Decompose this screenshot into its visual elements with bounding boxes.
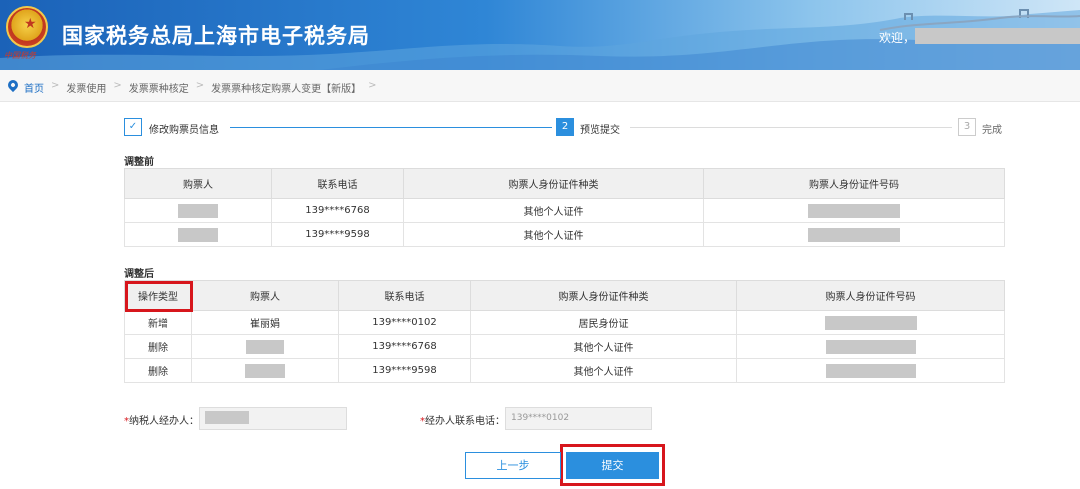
agent-phone-label-text: 经办人联系电话： — [425, 416, 505, 427]
col-phone: 联系电话 — [271, 168, 404, 199]
redacted-name — [245, 363, 285, 378]
id-number-cell — [703, 222, 1005, 247]
id-number-cell — [703, 198, 1005, 223]
site-title: 国家税务总局上海市电子税务局 — [62, 24, 370, 48]
chevron-right-icon: > — [195, 80, 205, 91]
welcome-text: 欢迎， — [879, 31, 916, 45]
col-id-number: 购票人身份证件号码 — [736, 280, 1005, 311]
redacted-name — [246, 339, 284, 354]
id-type-cell: 居民身份证 — [470, 310, 737, 335]
chevron-right-icon: > — [368, 80, 377, 91]
buyer-cell — [191, 358, 339, 383]
id-type-cell: 其他个人证件 — [470, 358, 737, 383]
breadcrumb-invoice-type-link[interactable]: 发票票种核定 — [129, 80, 189, 95]
step-1-check-icon: ✓ — [124, 118, 142, 136]
buyer-cell — [124, 222, 272, 247]
agent-label-text: 纳税人经办人： — [129, 416, 199, 427]
highlight-operation-type — [125, 281, 193, 312]
agent-phone-label: *经办人联系电话： — [420, 412, 505, 427]
after-table: 操作类型 购票人 联系电话 购票人身份证件种类 购票人身份证件号码 新增 崔丽娟… — [124, 280, 1005, 383]
table-row: 删除 139****6768 其他个人证件 — [124, 334, 1005, 359]
agent-phone-input[interactable]: 139****0102 — [505, 407, 652, 430]
step-3-indicator: 3 — [958, 118, 976, 136]
step-2-label: 预览提交 — [580, 125, 620, 136]
phone-cell: 139****9598 — [338, 358, 471, 383]
col-id-number: 购票人身份证件号码 — [703, 168, 1005, 199]
col-id-type: 购票人身份证件种类 — [470, 280, 737, 311]
col-buyer: 购票人 — [191, 280, 339, 311]
table-row: 139****9598 其他个人证件 — [124, 222, 1005, 247]
before-table: 购票人 联系电话 购票人身份证件种类 购票人身份证件号码 139****6768… — [124, 168, 1005, 247]
operation-cell: 删除 — [124, 358, 192, 383]
breadcrumb-current-page: 发票票种核定购票人变更【新版】 — [211, 84, 362, 95]
breadcrumb: 首页 > 发票使用 > 发票票种核定 > 发票票种核定购票人变更【新版】 > — [0, 70, 1080, 102]
table-header-row: 购票人 联系电话 购票人身份证件种类 购票人身份证件号码 — [124, 168, 1005, 199]
phone-cell: 139****9598 — [271, 222, 404, 247]
col-buyer: 购票人 — [124, 168, 272, 199]
col-id-type: 购票人身份证件种类 — [403, 168, 704, 199]
chevron-right-icon: > — [51, 80, 60, 91]
submit-button[interactable]: 提交 — [566, 452, 659, 479]
buyer-cell — [124, 198, 272, 223]
id-type-cell: 其他个人证件 — [470, 334, 737, 359]
table-header-row: 操作类型 购票人 联系电话 购票人身份证件种类 购票人身份证件号码 — [124, 280, 1005, 311]
id-number-cell — [736, 358, 1005, 383]
site-header: ★ 中国税务 国家税务总局上海市电子税务局 欢迎， — [0, 0, 1080, 70]
buyer-cell — [191, 334, 339, 359]
phone-cell: 139****6768 — [271, 198, 404, 223]
agent-label: *纳税人经办人： — [124, 412, 199, 427]
id-number-cell — [736, 334, 1005, 359]
step-connector-pending — [630, 127, 952, 128]
step-2-indicator: 2 — [556, 118, 574, 136]
id-type-cell: 其他个人证件 — [403, 222, 704, 247]
redacted-id — [825, 339, 916, 354]
national-emblem-icon: ★ — [6, 6, 48, 48]
phone-cell: 139****6768 — [338, 334, 471, 359]
operation-cell: 删除 — [124, 334, 192, 359]
step-3-label: 完成 — [982, 125, 1002, 136]
redacted-agent-name — [205, 411, 249, 424]
star-icon: ★ — [24, 16, 37, 32]
table-row: 新增 崔丽娟 139****0102 居民身份证 — [124, 310, 1005, 335]
col-phone: 联系电话 — [338, 280, 471, 311]
step-connector-done — [230, 127, 552, 128]
redacted-id — [808, 203, 900, 218]
redacted-id — [825, 363, 916, 378]
location-pin-icon — [5, 77, 21, 93]
agent-input[interactable] — [199, 407, 347, 430]
table-row: 删除 139****9598 其他个人证件 — [124, 358, 1005, 383]
before-section-title: 调整前 — [124, 157, 154, 168]
username-redacted — [915, 28, 1080, 44]
redacted-id — [808, 227, 900, 242]
after-section-title: 调整后 — [124, 269, 154, 280]
breadcrumb-home-link[interactable]: 首页 — [24, 80, 44, 95]
redacted-name — [178, 227, 218, 242]
id-number-cell — [736, 310, 1005, 335]
operation-cell: 新增 — [124, 310, 192, 335]
chevron-right-icon: > — [113, 80, 122, 91]
buyer-cell: 崔丽娟 — [191, 310, 339, 335]
phone-cell: 139****0102 — [338, 310, 471, 335]
table-row: 139****6768 其他个人证件 — [124, 198, 1005, 223]
redacted-name — [178, 203, 218, 218]
id-type-cell: 其他个人证件 — [403, 198, 704, 223]
redacted-id — [824, 315, 917, 330]
step-1-label: 修改购票员信息 — [149, 125, 219, 136]
tax-logo-sign: 中国税务 — [4, 51, 36, 60]
prev-step-button[interactable]: 上一步 — [465, 452, 561, 479]
breadcrumb-invoice-use-link[interactable]: 发票使用 — [66, 80, 106, 95]
